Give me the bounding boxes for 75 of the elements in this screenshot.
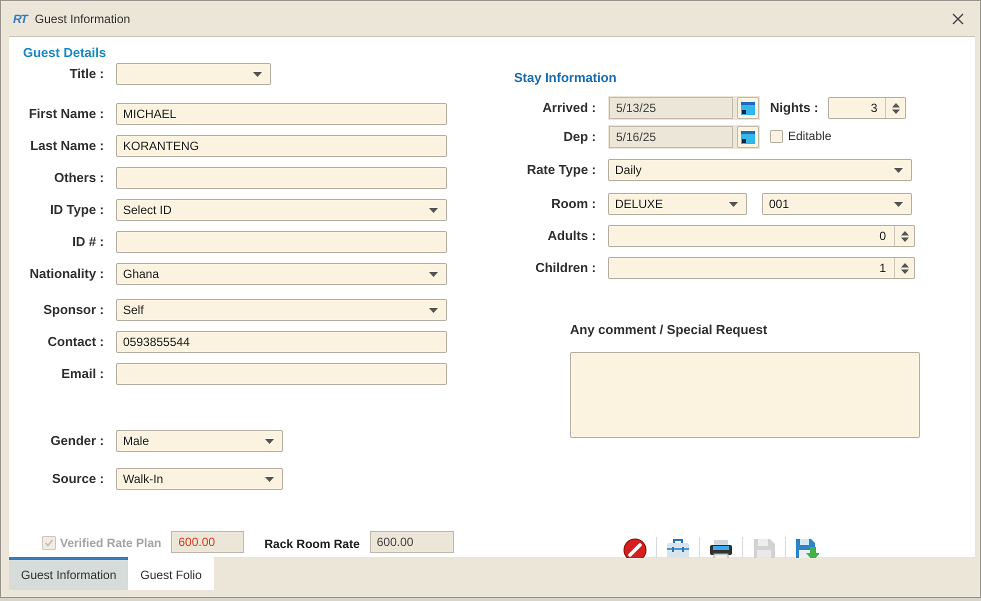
input-field[interactable]: MICHAEL: [116, 103, 447, 125]
toolbox-button[interactable]: [666, 537, 690, 558]
number-spinner[interactable]: 0: [608, 225, 915, 247]
field-label: Dep :: [562, 128, 596, 146]
field-label: First Name :: [28, 105, 104, 124]
close-icon: [952, 12, 964, 24]
dropdown[interactable]: Select ID: [116, 199, 447, 221]
dropdown[interactable]: Male: [116, 430, 283, 452]
rate-field[interactable]: 600.00: [370, 531, 454, 553]
tab[interactable]: Guest Information: [9, 557, 128, 590]
field-label: Sponsor :: [42, 301, 104, 320]
save-download-button[interactable]: [795, 537, 819, 558]
up-down-icon: [900, 262, 908, 274]
field-label: Nights :: [770, 99, 818, 118]
cancel-button[interactable]: [623, 537, 647, 558]
caret-icon: [253, 72, 262, 76]
field-label: Title :: [68, 65, 104, 84]
input-field[interactable]: [116, 363, 447, 385]
input-field[interactable]: KORANTENG: [116, 135, 447, 157]
caret-icon: [429, 272, 438, 276]
field-label: Rack Room Rate: [264, 536, 360, 553]
field-label: Gender :: [50, 432, 104, 450]
calendar-icon: [741, 130, 755, 144]
caret-icon: [265, 476, 274, 482]
date-field[interactable]: 5/13/25: [609, 97, 733, 119]
field-label: ID Type :: [49, 201, 104, 220]
number-spinner[interactable]: 3: [828, 97, 906, 119]
dropdown[interactable]: Ghana: [116, 263, 447, 285]
dropdown[interactable]: 001: [762, 193, 912, 215]
dropdown[interactable]: DELUXE: [608, 193, 747, 215]
toolbox-icon: [666, 537, 690, 558]
field-label: Last Name :: [29, 137, 104, 156]
close-button[interactable]: [950, 10, 966, 26]
field-label: ID # :: [71, 233, 104, 252]
calendar-icon: [741, 102, 755, 114]
number-spinner[interactable]: 1: [608, 257, 915, 279]
field-label: Source :: [50, 470, 104, 488]
input-field[interactable]: [116, 231, 447, 253]
section-heading: Stay Information: [513, 70, 618, 86]
dropdown[interactable]: Walk-In: [116, 468, 283, 490]
field-label: Email :: [60, 365, 104, 384]
field-label: Room :: [550, 195, 596, 214]
app-logo: RT: [13, 10, 27, 28]
caret-icon: [894, 168, 903, 172]
dropdown[interactable]: Self: [116, 299, 447, 321]
window-title: Guest Information: [34, 10, 130, 28]
section-heading: Guest Details: [22, 45, 108, 61]
date-picker-button[interactable]: [737, 126, 759, 148]
date-picker-button[interactable]: [737, 97, 759, 119]
field-label: Contact :: [46, 333, 104, 352]
date-field[interactable]: 5/16/25: [609, 126, 733, 148]
tab[interactable]: Guest Folio: [128, 557, 214, 590]
caret-icon: [429, 308, 438, 312]
field-label: Nationality :: [28, 265, 104, 284]
printer-icon: [709, 537, 733, 558]
field-label: Adults :: [546, 227, 596, 246]
print-button[interactable]: [709, 537, 733, 558]
input-field[interactable]: [116, 167, 447, 189]
field-label: Any comment / Special Request: [570, 321, 768, 339]
save-download-icon: [795, 537, 819, 558]
field-label: Children :: [534, 259, 596, 278]
field-label: Rate Type :: [526, 161, 596, 180]
caret-icon: [265, 438, 274, 444]
caret-icon: [894, 202, 903, 206]
up-down-icon: [900, 230, 908, 242]
input-field[interactable]: 0593855544: [116, 331, 447, 353]
checkbox-label: Editable: [788, 128, 832, 145]
caret-icon: [429, 208, 438, 212]
caret-icon: [729, 202, 738, 206]
field-label: Others :: [53, 169, 104, 188]
up-down-icon: [892, 102, 900, 114]
checkbox-label: Verified Rate Plan: [60, 535, 162, 552]
field-label: Arrived :: [542, 99, 596, 118]
dropdown[interactable]: Daily: [608, 159, 912, 181]
checkbox[interactable]: [770, 130, 783, 142]
